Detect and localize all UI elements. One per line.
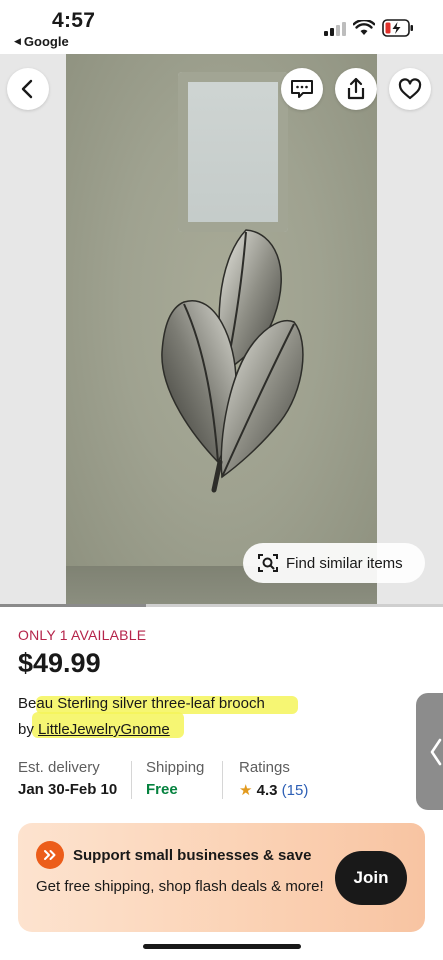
seller-prefix: by bbox=[18, 721, 34, 738]
item-title: Beau Sterling silver three-leaf brooch bbox=[18, 695, 265, 712]
chevron-left-icon bbox=[21, 79, 33, 99]
back-to-app-link[interactable]: ◀ Google bbox=[14, 34, 69, 49]
side-panel-tab[interactable] bbox=[416, 693, 443, 810]
item-price: $49.99 bbox=[18, 648, 101, 678]
ratings-stat[interactable]: Ratings ★ 4.3 (15) bbox=[239, 759, 308, 799]
join-button[interactable]: Join bbox=[335, 851, 407, 905]
shipping-stat: Shipping Free bbox=[146, 759, 204, 798]
find-similar-items-button[interactable]: Find similar items bbox=[243, 543, 425, 583]
small-business-promo-card[interactable]: Support small businesses & save Get free… bbox=[18, 823, 425, 932]
back-button[interactable] bbox=[7, 68, 49, 110]
leaf-brooch-image bbox=[161, 229, 304, 493]
stat-divider bbox=[222, 761, 223, 799]
product-photo bbox=[66, 54, 377, 607]
seller-line: by LittleJewelryGnome bbox=[18, 721, 170, 738]
back-app-label: Google bbox=[23, 34, 69, 49]
seller-name-link[interactable]: LittleJewelryGnome bbox=[38, 721, 170, 738]
cellular-signal-icon bbox=[324, 22, 346, 36]
availability-label: ONLY 1 AVAILABLE bbox=[18, 627, 147, 643]
double-chevron-right-icon bbox=[36, 841, 64, 869]
carousel-progress bbox=[0, 604, 443, 607]
wifi-icon bbox=[353, 20, 375, 35]
battery-charging-icon bbox=[382, 19, 413, 37]
message-icon bbox=[291, 80, 313, 98]
find-similar-label: Find similar items bbox=[286, 554, 403, 572]
product-image-carousel[interactable]: Find similar items bbox=[0, 54, 443, 607]
message-seller-button[interactable] bbox=[281, 68, 323, 110]
promo-title: Support small businesses & save bbox=[73, 847, 312, 864]
delivery-label: Est. delivery bbox=[18, 759, 100, 776]
star-icon: ★ bbox=[239, 782, 253, 799]
delivery-value: Jan 30-Feb 10 bbox=[18, 781, 118, 798]
home-indicator[interactable] bbox=[143, 944, 301, 949]
status-time: 4:57 bbox=[52, 9, 96, 32]
promo-text: Get free shipping, shop flash deals & mo… bbox=[36, 878, 324, 895]
back-triangle-icon: ◀ bbox=[14, 36, 21, 46]
carousel-progress-fill bbox=[0, 604, 147, 607]
camera-search-icon bbox=[258, 554, 278, 572]
ratings-label: Ratings bbox=[239, 759, 290, 776]
chevron-left-icon bbox=[430, 738, 442, 765]
delivery-stat: Est. delivery Jan 30-Feb 10 bbox=[18, 759, 117, 798]
shipping-label: Shipping bbox=[146, 759, 205, 776]
photo-background-frame bbox=[178, 72, 288, 232]
watchlist-heart-button[interactable] bbox=[389, 68, 431, 110]
heart-icon bbox=[398, 78, 422, 100]
status-bar: 4:57 ◀ Google bbox=[0, 0, 443, 54]
shipping-value: Free bbox=[146, 781, 178, 798]
ratings-value: ★ 4.3 (15) bbox=[239, 781, 308, 799]
share-icon bbox=[347, 77, 365, 100]
rating-score: 4.3 bbox=[256, 782, 278, 799]
stat-divider bbox=[131, 761, 132, 799]
listing-stats: Est. delivery Jan 30-Feb 10 Shipping Fre… bbox=[18, 759, 318, 801]
share-button[interactable] bbox=[335, 68, 377, 110]
rating-count: (15) bbox=[281, 782, 309, 799]
